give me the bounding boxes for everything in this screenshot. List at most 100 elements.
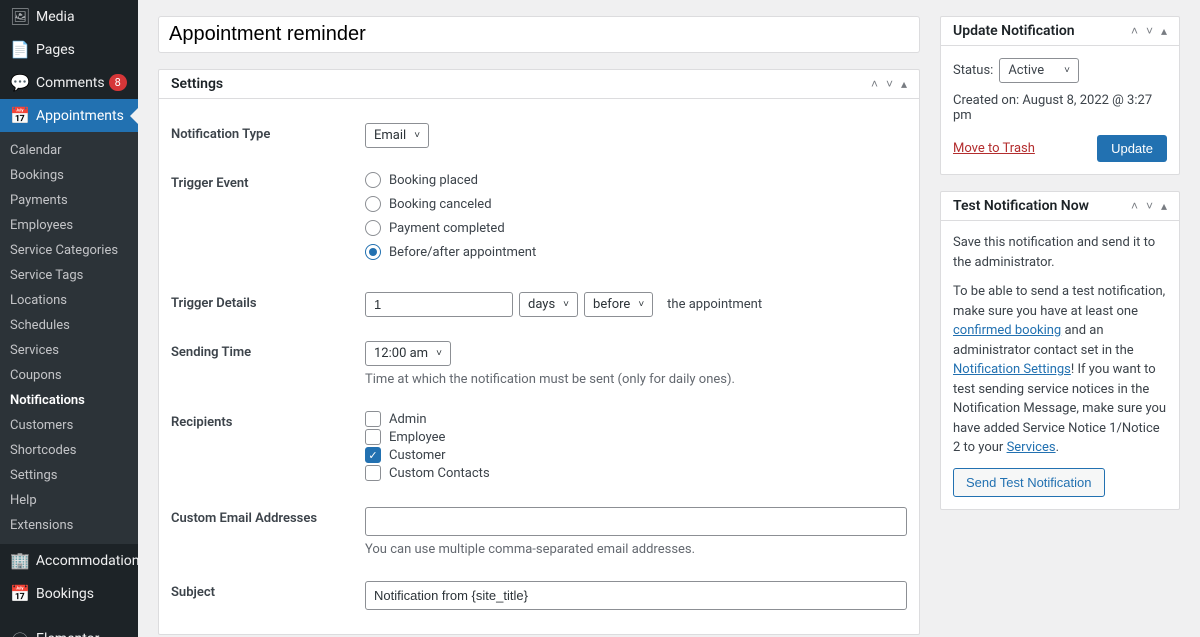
move-down-icon[interactable]: ˅ bbox=[1146, 24, 1153, 38]
move-to-trash-link[interactable]: Move to Trash bbox=[953, 141, 1035, 156]
radio-before-after[interactable]: Before/after appointment bbox=[365, 244, 907, 260]
sidebar-item-elementor[interactable]: ⓔ Elementor bbox=[0, 620, 138, 637]
move-up-icon[interactable]: ˄ bbox=[1131, 199, 1138, 213]
move-down-icon[interactable]: ˅ bbox=[1146, 199, 1153, 213]
side-column: Update Notification ˄ ˅ ▴ Status: Active… bbox=[940, 0, 1180, 637]
notification-settings-link[interactable]: Notification Settings bbox=[953, 362, 1071, 377]
notification-title-input[interactable] bbox=[158, 16, 920, 53]
status-select[interactable]: Active ˅ bbox=[999, 58, 1079, 83]
toggle-panel-icon[interactable]: ▴ bbox=[1161, 199, 1167, 213]
custom-email-label: Custom Email Addresses bbox=[171, 507, 365, 557]
submenu-service-categories[interactable]: Service Categories bbox=[0, 238, 138, 263]
submenu-extensions[interactable]: Extensions bbox=[0, 513, 138, 538]
main-column: Settings ˄ ˅ ▴ Notification Type Email ˅ bbox=[158, 0, 920, 637]
comments-icon: 💬 bbox=[10, 73, 30, 92]
custom-email-help: You can use multiple comma-separated ema… bbox=[365, 542, 907, 557]
status-label: Status: bbox=[953, 63, 993, 78]
sidebar-item-label: Accommodation bbox=[36, 553, 138, 569]
created-label: Created on: bbox=[953, 93, 1019, 108]
submenu-services[interactable]: Services bbox=[0, 338, 138, 363]
recipients-label: Recipients bbox=[171, 411, 365, 483]
chevron-down-icon: ˅ bbox=[1064, 65, 1070, 76]
subject-label: Subject bbox=[171, 581, 365, 610]
trigger-details-label: Trigger Details bbox=[171, 292, 365, 317]
radio-booking-placed[interactable]: Booking placed bbox=[365, 172, 907, 188]
update-body: Status: Active ˅ Created on: August 8, 2… bbox=[941, 46, 1179, 174]
elementor-icon: ⓔ bbox=[10, 627, 30, 637]
radio-icon bbox=[365, 220, 381, 236]
checkbox-custom-contacts[interactable]: Custom Contacts bbox=[365, 465, 907, 481]
radio-payment-completed[interactable]: Payment completed bbox=[365, 220, 907, 236]
radio-icon bbox=[365, 244, 381, 260]
move-up-icon[interactable]: ˄ bbox=[871, 77, 878, 91]
submenu-customers[interactable]: Customers bbox=[0, 413, 138, 438]
custom-email-input[interactable] bbox=[365, 507, 907, 536]
submenu-coupons[interactable]: Coupons bbox=[0, 363, 138, 388]
comments-badge: 8 bbox=[109, 74, 127, 91]
postbox-controls: ˄ ˅ ▴ bbox=[1131, 24, 1167, 38]
sending-time-help: Time at which the notification must be s… bbox=[365, 372, 907, 387]
sidebar-item-bookings-2[interactable]: 📅 Bookings bbox=[0, 577, 138, 610]
chevron-down-icon: ˅ bbox=[638, 299, 644, 310]
submenu-help[interactable]: Help bbox=[0, 488, 138, 513]
submenu-bookings[interactable]: Bookings bbox=[0, 163, 138, 188]
toggle-panel-icon[interactable]: ▴ bbox=[1161, 24, 1167, 38]
test-postbox: Test Notification Now ˄ ˅ ▴ Save this no… bbox=[940, 191, 1180, 510]
sidebar-item-accommodation[interactable]: 🏢 Accommodation bbox=[0, 544, 138, 577]
sidebar-item-appointments[interactable]: 📅 Appointments bbox=[0, 99, 138, 132]
notification-type-select[interactable]: Email ˅ bbox=[365, 123, 429, 148]
trigger-relative-select[interactable]: before ˅ bbox=[584, 292, 653, 317]
sidebar-item-label: Appointments bbox=[36, 108, 124, 124]
sending-time-label: Sending Time bbox=[171, 341, 365, 387]
submenu-shortcodes[interactable]: Shortcodes bbox=[0, 438, 138, 463]
sending-time-select[interactable]: 12:00 am ˅ bbox=[365, 341, 451, 366]
submenu-service-tags[interactable]: Service Tags bbox=[0, 263, 138, 288]
confirmed-booking-link[interactable]: confirmed booking bbox=[953, 323, 1061, 338]
sidebar-item-label: Pages bbox=[36, 42, 75, 58]
move-up-icon[interactable]: ˄ bbox=[1131, 24, 1138, 38]
calendar-icon: 📅 bbox=[10, 106, 30, 125]
chevron-down-icon: ˅ bbox=[436, 348, 442, 359]
checkbox-admin[interactable]: Admin bbox=[365, 411, 907, 427]
trigger-event-label: Trigger Event bbox=[171, 172, 365, 268]
update-button[interactable]: Update bbox=[1097, 135, 1167, 162]
submenu-employees[interactable]: Employees bbox=[0, 213, 138, 238]
toggle-panel-icon[interactable]: ▴ bbox=[901, 77, 907, 91]
trigger-unit-select[interactable]: days ˅ bbox=[519, 292, 578, 317]
checkbox-icon bbox=[365, 429, 381, 445]
chevron-down-icon: ˅ bbox=[563, 299, 569, 310]
sidebar-item-label: Bookings bbox=[36, 586, 94, 602]
trigger-count-input[interactable] bbox=[365, 292, 513, 317]
content-area: Settings ˄ ˅ ▴ Notification Type Email ˅ bbox=[138, 0, 1200, 637]
services-link[interactable]: Services bbox=[1007, 440, 1056, 455]
update-heading: Update Notification bbox=[953, 23, 1075, 39]
accommodation-icon: 🏢 bbox=[10, 551, 30, 570]
submenu-locations[interactable]: Locations bbox=[0, 288, 138, 313]
checkbox-icon: ✓ bbox=[365, 447, 381, 463]
sidebar-item-comments[interactable]: 💬 Comments 8 bbox=[0, 66, 138, 99]
checkbox-icon bbox=[365, 465, 381, 481]
submenu-schedules[interactable]: Schedules bbox=[0, 313, 138, 338]
test-header: Test Notification Now ˄ ˅ ▴ bbox=[941, 192, 1179, 221]
sidebar-item-label: Media bbox=[36, 9, 75, 25]
move-down-icon[interactable]: ˅ bbox=[886, 77, 893, 91]
appointments-submenu: Calendar Bookings Payments Employees Ser… bbox=[0, 132, 138, 544]
submenu-settings[interactable]: Settings bbox=[0, 463, 138, 488]
radio-booking-canceled[interactable]: Booking canceled bbox=[365, 196, 907, 212]
checkbox-customer[interactable]: ✓ Customer bbox=[365, 447, 907, 463]
submenu-notifications[interactable]: Notifications bbox=[0, 388, 138, 413]
send-test-button[interactable]: Send Test Notification bbox=[953, 468, 1105, 497]
subject-input[interactable] bbox=[365, 581, 907, 610]
postbox-controls: ˄ ˅ ▴ bbox=[1131, 199, 1167, 213]
test-heading: Test Notification Now bbox=[953, 198, 1089, 214]
submenu-payments[interactable]: Payments bbox=[0, 188, 138, 213]
sidebar-item-media[interactable]: 🖼 Media bbox=[0, 0, 138, 33]
radio-icon bbox=[365, 172, 381, 188]
checkbox-employee[interactable]: Employee bbox=[365, 429, 907, 445]
settings-header: Settings ˄ ˅ ▴ bbox=[159, 70, 919, 99]
bookings-icon: 📅 bbox=[10, 584, 30, 603]
test-body: Save this notification and send it to th… bbox=[941, 221, 1179, 509]
test-p2: To be able to send a test notification, … bbox=[953, 282, 1167, 458]
submenu-calendar[interactable]: Calendar bbox=[0, 138, 138, 163]
sidebar-item-pages[interactable]: 📄 Pages bbox=[0, 33, 138, 66]
